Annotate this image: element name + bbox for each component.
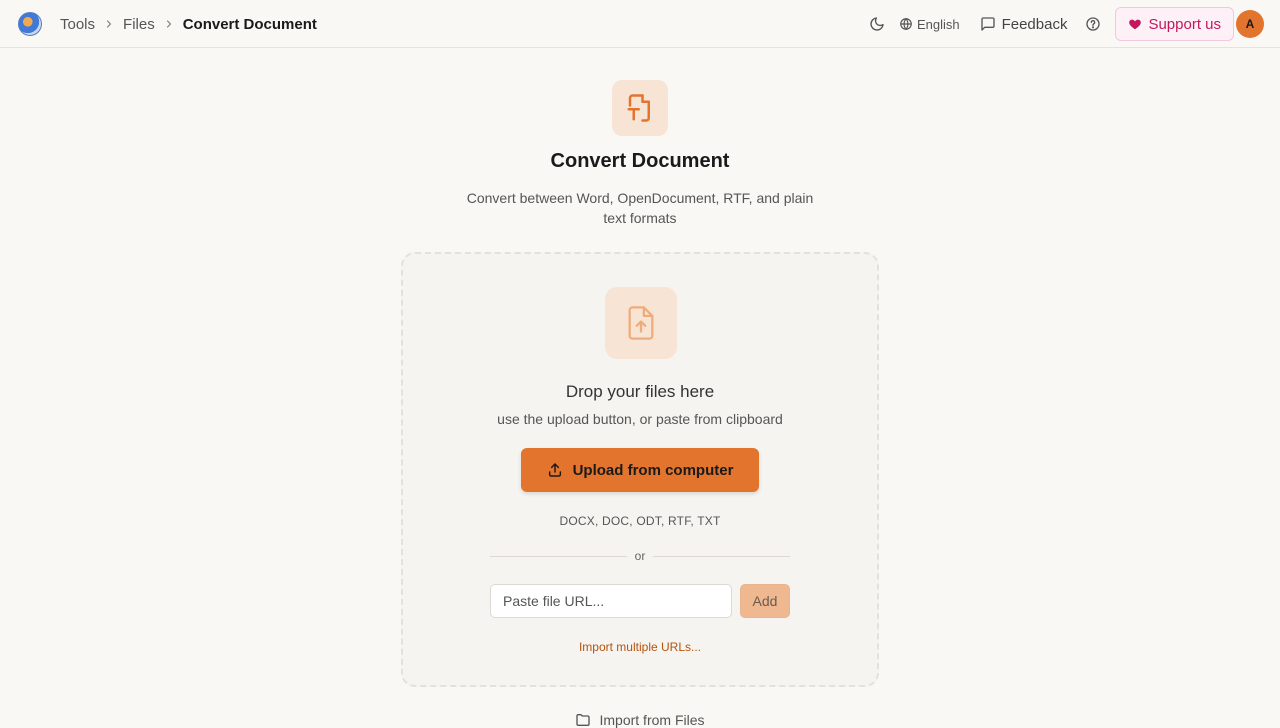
dropzone-title: Drop your files here	[565, 382, 715, 401]
support-label: Support us	[1148, 15, 1221, 33]
or-divider: or	[490, 548, 791, 564]
divider-text: or	[634, 549, 646, 563]
feedback-label: Feedback	[1001, 15, 1068, 33]
breadcrumb-tools[interactable]: Tools	[60, 16, 95, 33]
support-us-button[interactable]: Support us	[1115, 7, 1234, 41]
upload-icon	[548, 463, 561, 477]
help-button[interactable]	[1083, 14, 1103, 34]
file-dropzone[interactable]: Drop your files here use the upload butt…	[401, 252, 879, 687]
import-multiple-urls-link[interactable]: Import multiple URLs...	[403, 640, 877, 654]
help-circle-icon	[1086, 17, 1101, 31]
theme-toggle-button[interactable]	[867, 14, 887, 34]
supported-formats: DOCX, DOC, ODT, RTF, TXT	[559, 514, 721, 528]
file-url-input[interactable]	[490, 584, 732, 618]
top-bar: Tools Files Convert Document English Fee…	[0, 0, 1280, 48]
moon-icon	[870, 17, 884, 31]
divider-line	[490, 555, 627, 557]
feedback-button[interactable]: Feedback	[980, 15, 1068, 33]
import-from-files-button[interactable]: Import from Files	[0, 712, 1280, 728]
file-upload-icon	[605, 287, 677, 359]
chevron-right-icon	[163, 18, 175, 30]
app-logo[interactable]	[18, 12, 42, 36]
file-type-icon	[612, 80, 668, 136]
breadcrumb: Tools Files Convert Document	[60, 0, 317, 48]
page-title: Convert Document	[550, 150, 730, 172]
chevron-right-icon	[103, 18, 115, 30]
top-nav-actions: English Feedback Support us A	[867, 0, 1264, 48]
upload-button-label: Upload from computer	[572, 461, 734, 479]
dropzone-subtitle: use the upload button, or paste from cli…	[497, 411, 783, 427]
folder-icon	[576, 714, 591, 726]
heart-icon	[1129, 19, 1142, 30]
message-square-icon	[980, 17, 995, 31]
divider-line	[653, 555, 791, 557]
user-avatar[interactable]: A	[1236, 10, 1264, 38]
globe-icon	[900, 18, 912, 30]
breadcrumb-files[interactable]: Files	[123, 16, 155, 33]
language-label: English	[916, 16, 960, 32]
breadcrumb-current: Convert Document	[182, 15, 317, 33]
upload-from-computer-button[interactable]: Upload from computer	[521, 448, 759, 492]
add-url-button[interactable]: Add	[740, 584, 790, 618]
import-from-files-label: Import from Files	[599, 712, 705, 728]
page-subtitle: Convert between Word, OpenDocument, RTF,…	[466, 190, 814, 226]
language-selector[interactable]: English	[899, 17, 960, 32]
